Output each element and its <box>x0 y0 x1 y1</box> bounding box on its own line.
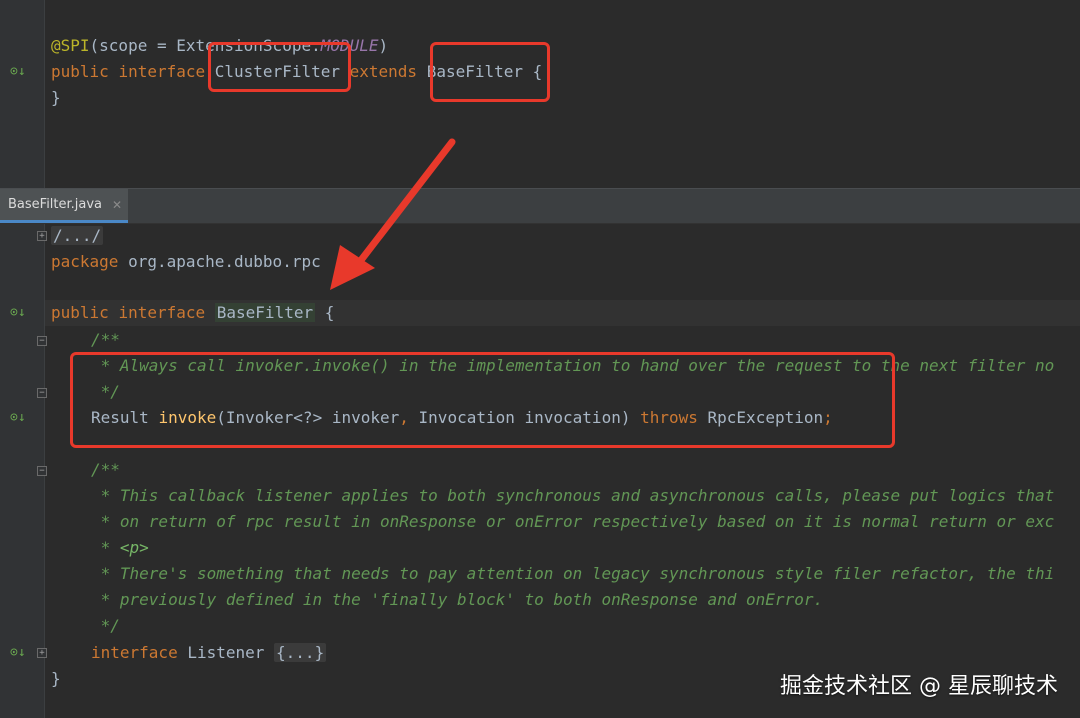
brace-open: { <box>315 303 335 322</box>
fold-collapse-icon[interactable]: − <box>37 466 47 476</box>
doc-comment-line[interactable]: * on return of rpc result in onResponse … <box>91 510 1055 534</box>
package-name: org.apache.dubbo.rpc <box>128 252 321 271</box>
tab-label: BaseFilter.java <box>8 197 103 212</box>
keyword-interface: interface <box>118 303 215 322</box>
fold-expand-icon[interactable]: + <box>37 231 47 241</box>
class-name-base-filter: BaseFilter <box>214 303 316 322</box>
annotation-token: @SPI <box>51 36 90 55</box>
folded-region[interactable]: /.../ <box>51 226 104 245</box>
fold-collapse-icon[interactable]: − <box>37 336 47 346</box>
keyword-extends: extends <box>340 62 427 81</box>
implemented-icon[interactable]: ⊙↓ <box>10 645 26 661</box>
close-icon[interactable]: ✕ <box>112 198 122 212</box>
doc-comment-open[interactable]: /** <box>91 328 120 352</box>
highlight-box-base-filter <box>430 42 550 102</box>
doc-comment-line[interactable]: * There's something that needs to pay at… <box>91 562 1055 586</box>
keyword-package: package <box>51 252 129 271</box>
class-name-listener: Listener <box>187 643 275 662</box>
code-line-package[interactable]: package org.apache.dubbo.rpc <box>51 250 321 274</box>
paren-close: ) <box>378 36 389 55</box>
doc-comment-line[interactable]: * <p> <box>91 536 149 560</box>
watermark: 掘金技术社区 @ 星辰聊技术 <box>780 674 1058 699</box>
highlight-box-invoke-method <box>70 352 895 448</box>
code-line-collapsed-header[interactable]: /.../ <box>51 224 104 248</box>
folded-region[interactable]: {...} <box>274 643 327 662</box>
code-line-base-filter-decl[interactable]: public interface BaseFilter { <box>51 301 334 325</box>
implemented-icon[interactable]: ⊙↓ <box>10 64 26 80</box>
doc-comment-close[interactable]: */ <box>91 614 120 638</box>
arrow-head <box>330 245 375 290</box>
implemented-icon[interactable]: ⊙↓ <box>10 305 26 321</box>
highlight-box-cluster-filter <box>208 42 351 92</box>
keyword-public: public <box>51 62 119 81</box>
tab-base-filter-java[interactable]: BaseFilter.java ✕ <box>0 189 128 223</box>
fold-collapse-icon[interactable]: − <box>37 388 47 398</box>
doc-html-tag: <p> <box>119 538 149 557</box>
doc-comment-line[interactable]: * This callback listener applies to both… <box>91 484 1055 508</box>
doc-star: * <box>91 538 120 557</box>
implemented-icon[interactable]: ⊙↓ <box>10 410 26 426</box>
code-line-close[interactable]: } <box>51 667 61 691</box>
editor-tab-bar: BaseFilter.java ✕ <box>0 188 1080 224</box>
fold-expand-icon[interactable]: + <box>37 648 47 658</box>
code-line-close[interactable]: } <box>51 86 61 110</box>
keyword-public: public <box>51 303 119 322</box>
keyword-interface: interface <box>91 643 188 662</box>
keyword-interface: interface <box>118 62 215 81</box>
doc-comment-open[interactable]: /** <box>91 458 120 482</box>
code-line-listener[interactable]: interface Listener {...} <box>91 641 327 665</box>
doc-comment-line[interactable]: * previously defined in the 'finally blo… <box>91 588 823 612</box>
